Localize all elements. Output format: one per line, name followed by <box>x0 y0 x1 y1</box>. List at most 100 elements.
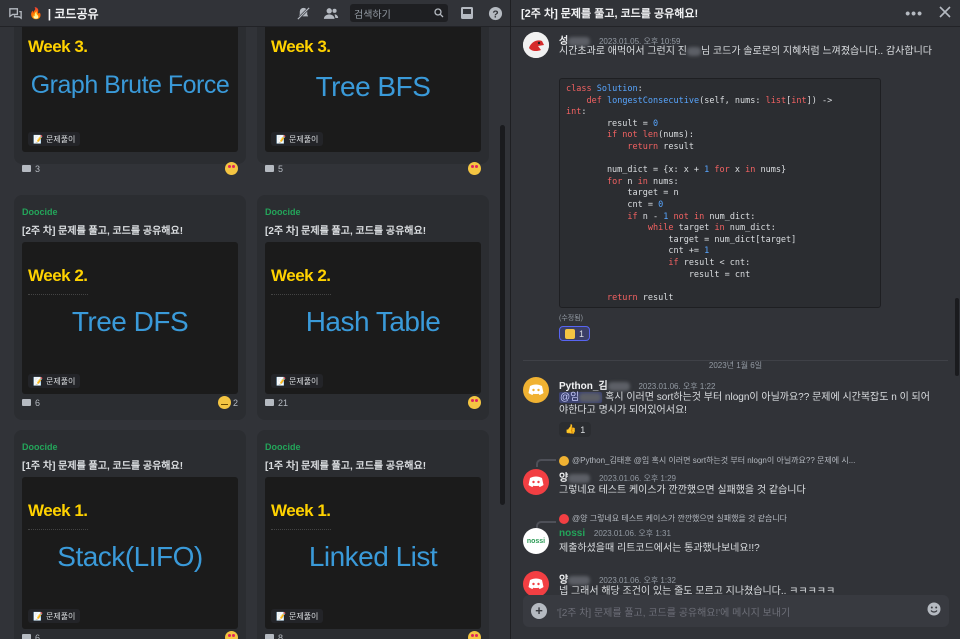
reaction-button[interactable] <box>225 631 238 639</box>
reply-text: @Python_김태훈 @임 혹시 이러면 sort하는것 부터 nlogn이 … <box>572 456 856 465</box>
heart-eyes-emoji-icon <box>225 162 238 175</box>
post-meta: 5 <box>265 162 481 175</box>
mention-label: @임 <box>560 392 580 403</box>
redacted-text <box>686 46 701 56</box>
thumbs-up-emoji-icon: 👍 <box>565 424 577 434</box>
comment-count: 5 <box>278 163 284 174</box>
reaction-button[interactable]: 2 <box>217 396 238 409</box>
members-icon[interactable] <box>322 4 340 22</box>
message-input[interactable]: '[2주 차] 문제를 풀고, 코드를 공유해요!'에 메시지 보내기 <box>557 604 917 619</box>
message-text: 제출하셨을때 리트코드에서는 통과했나보네요!!? <box>559 543 760 554</box>
reaction-button[interactable]: 1 <box>559 326 591 341</box>
reply-preview[interactable]: @Python_김태훈 @임 혹시 이러면 sort하는것 부터 nlogn이 … <box>559 455 939 466</box>
memo-icon: 📝 <box>33 611 43 621</box>
scrollbar[interactable] <box>500 125 505 505</box>
tag-chip-label: 문제풀이 <box>288 134 319 144</box>
tag-chip-label: 문제풀이 <box>45 134 76 144</box>
edited-label: (수정됨) <box>559 315 583 322</box>
channel-name: | 코드공유 <box>47 6 99 21</box>
reaction-button[interactable] <box>468 162 481 175</box>
search-placeholder: 검색하기 <box>354 9 391 21</box>
forum-post-card[interactable]: Doocide [1주 차] 문제를 풀고, 코드를 공유해요! Week 1.… <box>257 430 489 639</box>
search-icon <box>434 8 444 18</box>
channel-topbar: 🔥 | 코드공유 검색하기 ? <box>0 0 510 27</box>
tag-chip[interactable]: 📝 문제풀이 <box>28 132 81 146</box>
username-row: nossi 2023.01.06. 오후 1:31 <box>559 528 671 539</box>
memo-icon: 📝 <box>276 134 286 144</box>
reply-avatar <box>559 513 569 524</box>
week-label: Week 2. <box>28 266 88 285</box>
post-thumbnail: Week 2. Hash Table 📝 문제풀이 <box>265 242 481 394</box>
emoji-picker-icon[interactable] <box>927 602 941 621</box>
reaction-button[interactable] <box>225 162 238 175</box>
divider <box>271 529 331 530</box>
reaction-button[interactable] <box>468 396 481 409</box>
author-name: Doocide <box>265 442 301 452</box>
tag-chip[interactable]: 📝 문제풀이 <box>28 374 81 388</box>
message-composer[interactable]: + '[2주 차] 문제를 풀고, 코드를 공유해요!'에 메시지 보내기 <box>523 595 949 627</box>
tag-chip[interactable]: 📝 문제풀이 <box>28 609 81 623</box>
redacted-text <box>568 575 591 585</box>
mute-icon[interactable] <box>294 4 312 22</box>
help-icon[interactable]: ? <box>486 4 504 22</box>
timestamp: 2023.01.06. 오후 1:31 <box>593 529 671 538</box>
username[interactable]: 양 <box>559 473 568 484</box>
memo-icon: 📝 <box>33 376 43 386</box>
user-mention[interactable]: @임 <box>559 392 603 403</box>
avatar[interactable] <box>523 469 549 495</box>
reaction-button[interactable] <box>468 631 481 639</box>
clap-emoji-icon <box>565 328 575 339</box>
heart-eyes-emoji-icon <box>468 631 481 639</box>
avatar[interactable] <box>523 377 549 403</box>
comment-icon <box>265 399 274 406</box>
avatar[interactable]: nossi <box>523 528 549 554</box>
close-icon[interactable] <box>939 5 951 21</box>
message-text: 혹시 이러면 sort하는것 부터 nlogn이 아닐까요?? 문제에 시간복잡… <box>559 392 930 416</box>
comment-count: 21 <box>278 397 289 408</box>
memo-icon: 📝 <box>33 134 43 144</box>
username[interactable]: nossi <box>559 528 585 539</box>
comment-icon <box>265 634 274 639</box>
forum-post-card[interactable]: Doocide [1주 차] 문제를 풀고, 코드를 공유해요! Week 1.… <box>14 430 246 639</box>
reply-connector <box>536 459 556 467</box>
week-label: Week 1. <box>271 501 331 520</box>
redacted-text <box>568 473 591 483</box>
tag-chip[interactable]: 📝 문제풀이 <box>271 374 324 388</box>
tag-chip[interactable]: 📝 문제풀이 <box>271 132 324 146</box>
redacted-text <box>579 392 602 402</box>
post-thumbnail: Week 1. Stack(LIFO) 📝 문제풀이 <box>22 477 238 629</box>
reaction-count: 1 <box>579 328 585 339</box>
forum-post-card[interactable]: Doocide [2주 차] 문제를 풀고, 코드를 공유해요! Week 2.… <box>257 195 489 420</box>
post-meta: 6 2 <box>22 396 238 409</box>
tag-chip-label: 문제풀이 <box>288 611 319 621</box>
tag-chip-label: 문제풀이 <box>45 611 76 621</box>
message-body: 시간초과로 애먹어서 그런지 진 님 코드가 솔로몬의 지혜처럼 느껴졌습니다..… <box>559 45 939 58</box>
message-body: @임 혹시 이러면 sort하는것 부터 nlogn이 아닐까요?? 문제에 시… <box>559 391 939 417</box>
add-attachment-icon[interactable]: + <box>531 603 547 619</box>
comment-count: 8 <box>278 632 284 639</box>
avatar[interactable] <box>523 32 549 58</box>
search-input[interactable]: 검색하기 <box>350 4 448 22</box>
tag-chip[interactable]: 📝 문제풀이 <box>271 609 324 623</box>
inbox-icon[interactable] <box>458 4 476 22</box>
avatar[interactable] <box>523 571 549 597</box>
reply-preview[interactable]: @양 그렇네요 테스트 케이스가 깐깐했으면 실패했을 것 같습니다 <box>559 513 939 524</box>
forum-icon <box>6 4 24 22</box>
heart-eyes-emoji-icon <box>225 631 238 639</box>
timestamp: 2023.01.06. 오후 1:32 <box>598 576 676 585</box>
reaction-button[interactable]: 👍 1 <box>559 422 592 437</box>
comment-count: 3 <box>35 163 41 174</box>
scrollbar[interactable] <box>955 298 959 376</box>
forum-post-card[interactable]: Doocide [2주 차] 문제를 풀고, 코드를 공유해요! Week 2.… <box>14 195 246 420</box>
username-row: 양 2023.01.06. 오후 1:29 <box>559 469 676 484</box>
post-meta: 21 <box>265 396 481 409</box>
channel-header: 🔥 | 코드공유 <box>6 4 99 22</box>
divider <box>28 294 88 295</box>
more-icon[interactable]: ••• <box>905 5 923 21</box>
reply-text: @양 그렇네요 테스트 케이스가 깐깐했으면 실패했을 것 같습니다 <box>572 514 788 523</box>
divider <box>271 294 331 295</box>
memo-icon: 📝 <box>276 376 286 386</box>
topic-label: Linked List <box>308 541 438 572</box>
post-title: [1주 차] 문제를 풀고, 코드를 공유해요! <box>22 461 184 472</box>
week-label: Week 3. <box>271 37 331 56</box>
